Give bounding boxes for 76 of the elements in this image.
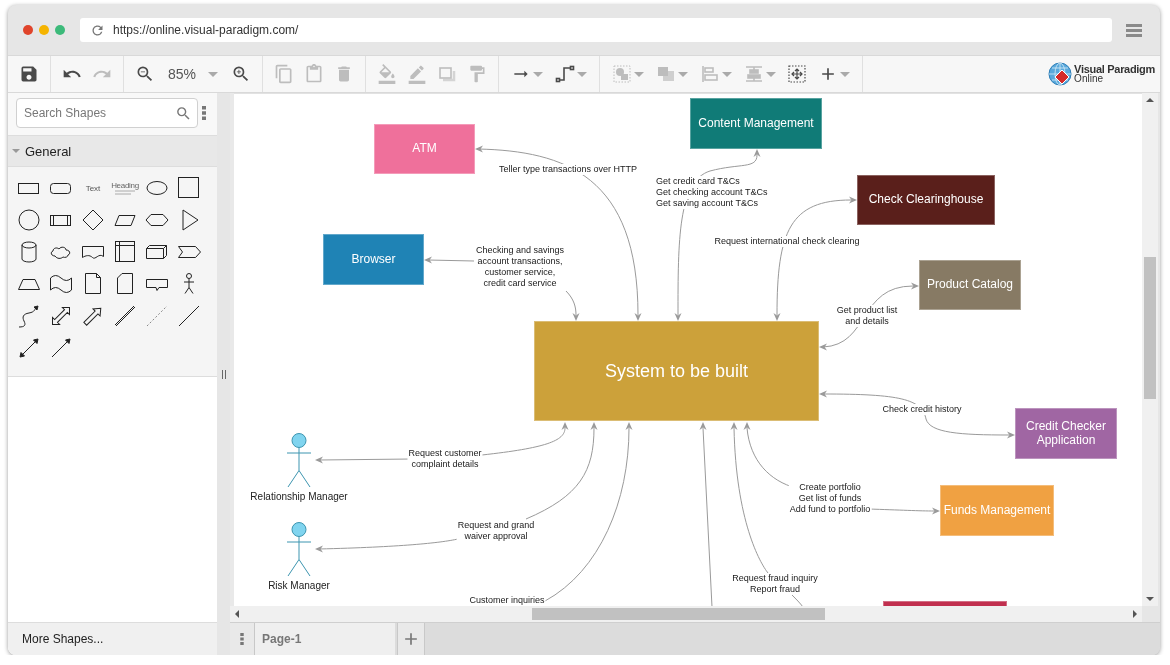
more-shapes-button[interactable]: More Shapes... (8, 622, 217, 655)
search-icon[interactable] (175, 104, 192, 122)
connector-label: Request fraud inquiry Report fraud (731, 573, 819, 595)
text-lines-icon (115, 190, 135, 195)
paint-bucket-icon (377, 64, 397, 84)
kebab-icon (202, 106, 206, 120)
diagram-node: Credit Checker Application (1015, 408, 1117, 459)
connector-label: Customer inquiries (468, 595, 546, 606)
connector-label: Checking and savings account transactions, customer service, credit card service (474, 245, 566, 289)
zoom-dropdown[interactable]: 85% (160, 59, 226, 89)
diagram-node: Check Clearinghouse (857, 175, 995, 225)
kebab-icon (240, 633, 244, 645)
add-page-button[interactable] (397, 623, 425, 655)
menu-icon[interactable] (1126, 23, 1142, 37)
caret-icon (634, 71, 644, 77)
caret-icon (840, 71, 850, 77)
page-tab[interactable]: Page-1 (255, 623, 395, 655)
distribute-icon (744, 64, 764, 84)
circle-icon[interactable] (15, 206, 43, 234)
connector-label: Get product list and details (835, 305, 899, 327)
zoom-out-icon (135, 64, 155, 84)
vertical-scrollbar[interactable] (1142, 93, 1158, 606)
connector-label: Request international check clearing (713, 236, 861, 247)
pencil-icon (407, 64, 427, 84)
elbow-connector-icon (555, 64, 575, 84)
diagram-node: Funds Management (940, 485, 1054, 536)
scroll-down-icon[interactable] (1146, 595, 1154, 603)
scroll-right-icon[interactable] (1131, 610, 1139, 618)
window-close-icon[interactable] (23, 25, 33, 35)
connector-label: Get credit card T&Cs Get checking account T&Cs Get saving account T&Cs (655, 176, 769, 209)
caret-icon (766, 71, 776, 77)
shadow-square-icon (437, 64, 457, 84)
zoom-in-icon (231, 64, 251, 84)
paint-roller-icon (467, 64, 487, 84)
caret-icon (678, 71, 688, 77)
connector-label: Request customer complaint details (407, 448, 483, 470)
diagram-node: Product Catalog (919, 260, 1021, 310)
caret-icon (11, 146, 21, 156)
address-bar[interactable]: https://online.visual-paradigm.com/ (80, 18, 1112, 42)
align-left-icon (700, 64, 720, 84)
caret-icon (208, 71, 218, 77)
logo-subtitle: Online (1074, 74, 1103, 84)
diagram-node: System to be built (534, 321, 819, 421)
scrollbar-thumb[interactable] (532, 608, 825, 620)
scrollbar-thumb[interactable] (1144, 257, 1156, 399)
actor-icon (285, 522, 313, 577)
select-all-icon (787, 64, 807, 84)
actor-label: Risk Manager (268, 580, 330, 591)
connector-label: Create portfolio Get list of funds Add fund to portfolio (788, 482, 872, 515)
stacked-squares-icon (656, 64, 676, 84)
logo-title: Visual Paradigm (1074, 64, 1155, 74)
caret-icon (722, 71, 732, 77)
copy-icon (274, 64, 294, 84)
diagram-node: Content Management (690, 98, 822, 149)
clipboard-icon (304, 64, 324, 84)
connector-label: Check credit history (881, 404, 963, 415)
diagram-node: Browser (323, 234, 424, 285)
diagram-node: ATM (374, 124, 475, 174)
actor-label: Relationship Manager (250, 491, 348, 502)
scroll-up-icon[interactable] (1146, 96, 1154, 104)
text-shape[interactable]: Text (85, 183, 101, 193)
search-field[interactable]: Search Shapes (16, 98, 198, 128)
group-shapes-icon (612, 64, 632, 84)
category-header[interactable]: General (8, 136, 217, 167)
logo-icon (1048, 62, 1073, 86)
scroll-left-icon[interactable] (233, 610, 241, 618)
splitter-grip-icon[interactable] (221, 369, 226, 379)
heading-shape[interactable]: Heading (111, 181, 139, 195)
horizontal-scrollbar[interactable] (230, 606, 1142, 622)
more-options-button[interactable] (202, 106, 206, 120)
actor-icon (285, 433, 313, 488)
diagram-canvas[interactable] (234, 93, 1142, 606)
connector-label: Request and grand waiver approval (456, 520, 536, 542)
caret-icon (533, 71, 543, 77)
connector-label: Teller type transactions over HTTP (497, 164, 639, 175)
caret-icon (577, 71, 587, 77)
